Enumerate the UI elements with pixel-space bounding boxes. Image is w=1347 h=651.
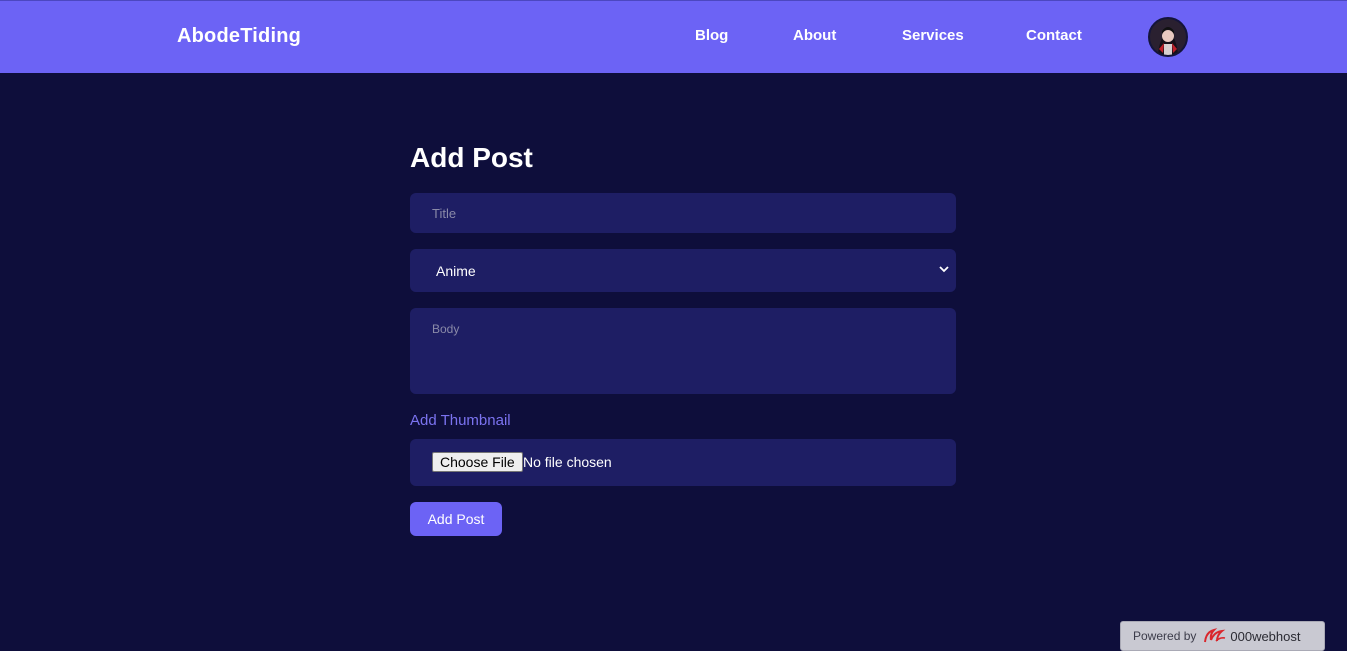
nav-link-contact[interactable]: Contact — [1026, 27, 1082, 44]
powered-by-badge[interactable]: Powered by 000webhost — [1120, 621, 1325, 651]
body-textarea[interactable] — [410, 308, 956, 394]
category-select[interactable]: Anime — [410, 249, 956, 292]
top-navbar: AbodeTiding Blog About Services Contact — [0, 0, 1347, 73]
user-avatar[interactable] — [1148, 17, 1188, 57]
site-logo[interactable]: AbodeTiding — [177, 25, 301, 48]
thumbnail-file-input[interactable]: Choose File No file chosen — [410, 439, 956, 486]
nav-link-blog[interactable]: Blog — [695, 27, 728, 44]
file-status: No file chosen — [523, 454, 612, 470]
choose-file-button[interactable]: Choose File — [432, 452, 523, 472]
category-select-value: Anime — [436, 262, 476, 279]
nav-link-services[interactable]: Services — [902, 27, 964, 44]
chevron-down-icon — [939, 266, 949, 273]
webhost-brand: 000webhost — [1230, 628, 1301, 644]
nav-link-about[interactable]: About — [793, 27, 836, 44]
powered-by-text: Powered by — [1133, 629, 1197, 643]
page-title: Add Post — [410, 142, 533, 173]
thumbnail-label: Add Thumbnail — [410, 412, 511, 429]
avatar-image-icon — [1150, 19, 1186, 55]
webhost-logo-icon — [1204, 628, 1226, 643]
title-input[interactable] — [410, 193, 956, 233]
add-post-button[interactable]: Add Post — [410, 502, 502, 536]
